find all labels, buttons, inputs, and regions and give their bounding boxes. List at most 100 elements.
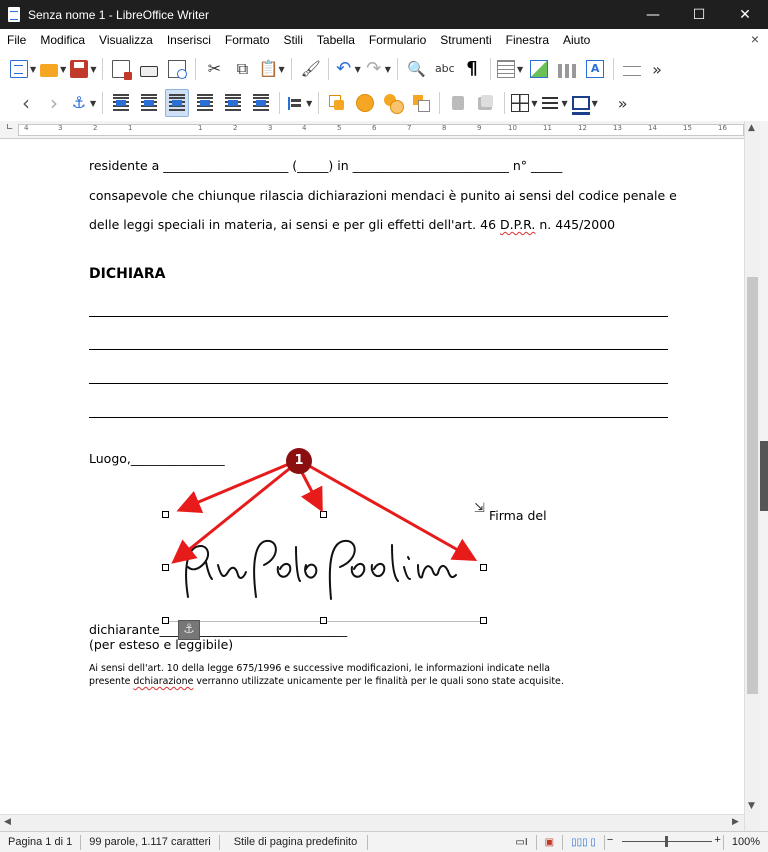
border-color-icon [571, 96, 590, 115]
zoom-in-button[interactable]: + [714, 834, 720, 846]
redo-icon: ↷ [366, 58, 382, 79]
toolbar-separator [102, 92, 104, 114]
menu-formulario[interactable]: Formulario [362, 33, 433, 47]
borders-button[interactable]: ▼ [511, 89, 537, 117]
scroll-up-icon[interactable]: ▲ [748, 123, 755, 133]
next-object-button[interactable]: › [42, 89, 66, 117]
document-page[interactable]: residente a ____________________ (_____)… [0, 139, 744, 831]
zoom-level[interactable]: 100% [722, 834, 768, 850]
ruler-tick: 3 [58, 124, 63, 132]
close-document-button[interactable]: × [751, 31, 759, 47]
anchor-button[interactable]: ⚓ ▼ [70, 89, 96, 117]
standard-toolbar: ▼ ▼ ▼ ✂ ⧉ 📋 ▼ 🖌 ↶ ▼ ↷ ▼ 🔍 abc ¶ ▼ A » [0, 51, 768, 87]
scroll-down-icon[interactable]: ▼ [748, 801, 755, 811]
toolbar-separator [613, 58, 615, 80]
border-style-icon [541, 94, 559, 112]
ruler-strip [18, 124, 744, 136]
more-tools-chevron-icon[interactable]: » [646, 60, 668, 79]
clone-formatting-button[interactable]: 🖌 [298, 55, 322, 83]
word-count[interactable]: 99 parole, 1.117 caratteri [81, 834, 220, 850]
horizontal-ruler[interactable]: ∟ 4 3 2 1 1 2 3 4 5 6 7 8 9 10 11 12 13 … [0, 121, 768, 139]
save-button[interactable]: ▼ [70, 55, 96, 83]
menu-stili[interactable]: Stili [277, 33, 310, 47]
wrap-left-button[interactable] [193, 89, 217, 117]
close-window-button[interactable]: ✕ [722, 0, 768, 29]
scroll-right-icon[interactable]: ▶ [732, 817, 739, 827]
pilcrow-icon: ¶ [466, 58, 478, 79]
cut-button[interactable]: ✂ [202, 55, 226, 83]
view-layout-icons[interactable]: ▯▯▯ ▯ [563, 834, 605, 850]
tab-type-icon[interactable]: ∟ [6, 123, 14, 133]
wrap-page-button[interactable] [137, 89, 161, 117]
vertical-scrollbar[interactable]: ▲ ▼ [744, 121, 760, 831]
insert-page-break-button[interactable] [620, 55, 644, 83]
clipboard-icon: 📋 [258, 59, 279, 78]
insert-textbox-button[interactable]: A [583, 55, 607, 83]
scrollbar-thumb[interactable] [747, 277, 758, 694]
to-foreground-button[interactable] [446, 89, 470, 117]
toolbar-separator [489, 58, 491, 80]
menu-visualizza[interactable]: Visualizza [92, 33, 160, 47]
maximize-button[interactable]: ☐ [676, 0, 722, 29]
insert-image-button[interactable] [527, 55, 551, 83]
scroll-left-icon[interactable]: ◀ [4, 817, 11, 827]
wrap-right-button[interactable] [221, 89, 245, 117]
export-pdf-button[interactable] [109, 55, 133, 83]
zoom-out-button[interactable]: − [607, 834, 613, 846]
dropdown-arrow-icon: ▼ [90, 98, 97, 108]
wrap-through-button[interactable] [249, 89, 273, 117]
menu-aiuto[interactable]: Aiuto [556, 33, 597, 47]
scissors-icon: ✂ [207, 59, 222, 78]
insert-chart-button[interactable] [555, 55, 579, 83]
page-style[interactable]: Stile di pagina predefinito [220, 834, 369, 850]
menu-file[interactable]: File [0, 33, 33, 47]
find-replace-button[interactable]: 🔍 [404, 55, 428, 83]
menu-modifica[interactable]: Modifica [33, 33, 92, 47]
to-background-button[interactable] [474, 89, 498, 117]
bring-to-front-button[interactable] [325, 89, 349, 117]
print-button[interactable] [137, 55, 161, 83]
wrap-optimal-button[interactable] [165, 89, 190, 117]
zoom-slider[interactable]: − + [605, 834, 723, 850]
zoom-thumb[interactable] [665, 836, 668, 847]
undo-button[interactable]: ↶ ▼ [335, 55, 361, 83]
insert-table-button[interactable]: ▼ [496, 55, 523, 83]
new-document-icon [10, 60, 28, 78]
page-count[interactable]: Pagina 1 di 1 [0, 834, 82, 850]
border-style-button[interactable]: ▼ [541, 89, 568, 117]
selection-mode-icon[interactable]: ▭I [507, 834, 537, 850]
align-objects-button[interactable]: ▼ [286, 89, 312, 117]
paste-button[interactable]: 📋 ▼ [258, 55, 284, 83]
chart-icon [558, 64, 577, 78]
more-tools-chevron-icon[interactable]: » [612, 94, 634, 113]
sidebar-toggle-handle[interactable] [760, 441, 768, 511]
copy-button[interactable]: ⧉ [230, 55, 254, 83]
ruler-tick: 7 [407, 124, 412, 132]
dropdown-arrow-icon: ▼ [278, 64, 285, 74]
undo-icon: ↶ [336, 58, 352, 79]
new-document-button[interactable]: ▼ [10, 55, 36, 83]
forward-one-icon [356, 94, 375, 112]
print-preview-button[interactable] [165, 55, 189, 83]
spelling-button[interactable]: abc [432, 55, 456, 83]
toolbar-separator [195, 58, 197, 80]
back-one-button[interactable] [381, 89, 405, 117]
previous-object-button[interactable]: ‹ [14, 89, 38, 117]
menu-formato[interactable]: Formato [218, 33, 277, 47]
border-color-button[interactable]: ▼ [571, 89, 598, 117]
send-to-back-button[interactable] [409, 89, 433, 117]
open-button[interactable]: ▼ [40, 55, 66, 83]
wrap-off-button[interactable] [109, 89, 133, 117]
dropdown-arrow-icon: ▼ [306, 98, 313, 108]
toolbar-separator [279, 92, 281, 114]
horizontal-scrollbar[interactable]: ◀ ▶ [0, 814, 744, 831]
menu-inserisci[interactable]: Inserisci [160, 33, 218, 47]
menu-finestra[interactable]: Finestra [499, 33, 556, 47]
paintbrush-icon: 🖌 [300, 59, 321, 78]
forward-one-button[interactable] [353, 89, 377, 117]
minimize-button[interactable]: — [630, 0, 676, 29]
formatting-marks-button[interactable]: ¶ [460, 55, 484, 83]
menu-tabella[interactable]: Tabella [310, 33, 362, 47]
menu-strumenti[interactable]: Strumenti [433, 33, 498, 47]
redo-button[interactable]: ↷ ▼ [365, 55, 391, 83]
